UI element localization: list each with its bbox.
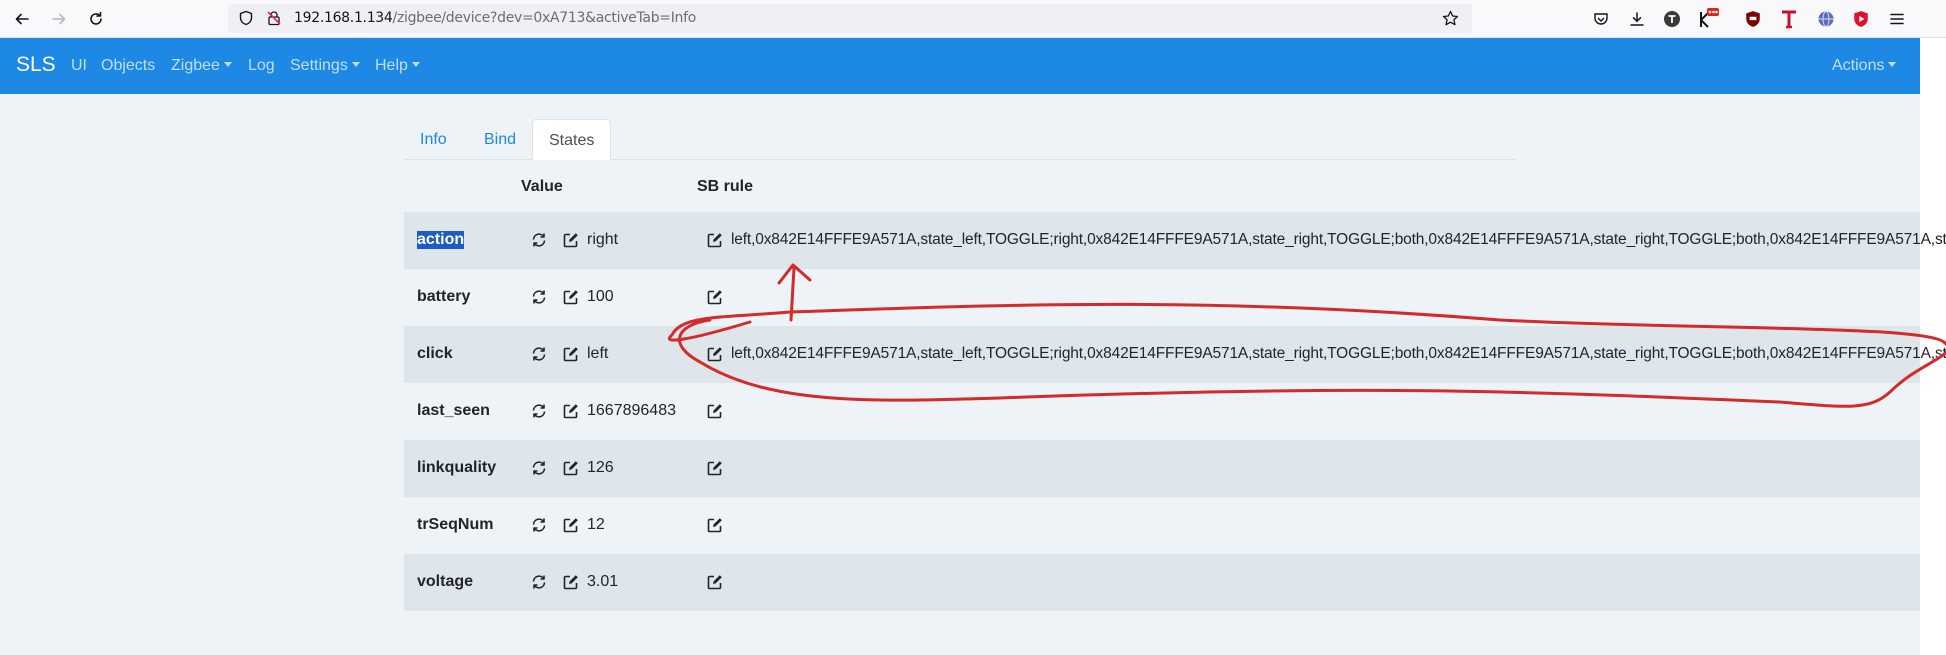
back-arrow-icon[interactable]: [11, 8, 33, 30]
reload-icon[interactable]: [85, 8, 107, 30]
sb-rule-text: left,0x842E14FFFE9A571A,state_left,TOGGL…: [731, 345, 1946, 362]
nav-settings[interactable]: Settings: [290, 57, 360, 75]
edit-rule-icon[interactable]: [706, 516, 724, 534]
tracking-shield-icon[interactable]: [237, 9, 255, 27]
off-extension-icon[interactable]: [1697, 8, 1719, 30]
chevron-down-icon: [408, 57, 420, 74]
bookmark-star-icon[interactable]: [1441, 9, 1459, 27]
t-extension-icon[interactable]: [1661, 8, 1683, 30]
chevron-down-icon: [348, 57, 360, 74]
table-row: click left left,0x842E14FFFE9A571A,state_l…: [404, 326, 1946, 383]
edit-rule-icon[interactable]: [706, 288, 724, 306]
refresh-icon[interactable]: [530, 231, 548, 249]
nav-log[interactable]: Log: [248, 57, 275, 75]
nav-settings-label: Settings: [290, 57, 348, 74]
edit-value-icon[interactable]: [562, 345, 580, 363]
insecure-lock-icon[interactable]: [265, 9, 283, 27]
value-column-header: Value: [521, 178, 563, 195]
edit-value-icon[interactable]: [562, 459, 580, 477]
table-row: last_seen 1667896483: [404, 383, 1920, 440]
edit-rule-icon[interactable]: [706, 231, 724, 249]
edit-value-icon[interactable]: [562, 402, 580, 420]
edit-value-icon[interactable]: [562, 573, 580, 591]
nav-zigbee[interactable]: Zigbee: [171, 57, 232, 75]
state-value: 100: [587, 288, 614, 305]
table-row: action right left,0x842E14FFFE9A571A,state…: [404, 212, 1946, 269]
table-row: linkquality 126: [404, 440, 1920, 497]
t-red-extension-icon[interactable]: [1778, 8, 1800, 30]
state-name: action: [417, 231, 465, 249]
tab-states[interactable]: States: [532, 119, 612, 160]
table-row: battery 100: [404, 269, 1920, 326]
state-name: click: [417, 345, 453, 362]
refresh-icon[interactable]: [530, 516, 548, 534]
edit-rule-icon[interactable]: [706, 402, 724, 420]
state-value: 3.01: [587, 573, 619, 590]
table-row: trSeqNum 12: [404, 497, 1920, 554]
browser-toolbar: 192.168.1.134/zigbee/device?dev=0xA713&a…: [0, 0, 1946, 38]
device-tabs: Info Bind States: [404, 119, 1516, 160]
state-name: last_seen: [417, 402, 490, 419]
url-bar[interactable]: 192.168.1.134/zigbee/device?dev=0xA713&a…: [228, 4, 1472, 33]
chevron-down-icon: [220, 57, 232, 74]
refresh-icon[interactable]: [530, 573, 548, 591]
refresh-icon[interactable]: [530, 345, 548, 363]
edit-rule-icon[interactable]: [706, 573, 724, 591]
nav-objects[interactable]: Objects: [101, 57, 155, 75]
state-name: battery: [417, 288, 471, 305]
refresh-icon[interactable]: [530, 459, 548, 477]
nav-help-label: Help: [375, 57, 408, 74]
pocket-icon[interactable]: [1590, 8, 1612, 30]
state-name: linkquality: [417, 459, 497, 476]
sb-rule-text: left,0x842E14FFFE9A571A,state_left,TOGGL…: [731, 231, 1946, 248]
forward-arrow-icon[interactable]: [48, 8, 70, 30]
edit-value-icon[interactable]: [562, 231, 580, 249]
download-icon[interactable]: [1626, 8, 1648, 30]
nav-ui[interactable]: UI: [71, 57, 87, 75]
state-value: 1667896483: [587, 402, 676, 419]
shield-play-extension-icon[interactable]: [1850, 8, 1872, 30]
tab-bind[interactable]: Bind: [468, 119, 532, 160]
globe-extension-icon[interactable]: [1815, 8, 1837, 30]
edit-rule-icon[interactable]: [706, 345, 724, 363]
chevron-down-icon: [1884, 57, 1896, 74]
table-row: voltage 3.01: [404, 554, 1920, 611]
edit-value-icon[interactable]: [562, 516, 580, 534]
tab-info[interactable]: Info: [404, 119, 463, 160]
hamburger-menu-icon[interactable]: [1886, 8, 1908, 30]
app-navbar: SLS UI Objects Zigbee Log Settings Help …: [0, 38, 1920, 94]
edit-value-icon[interactable]: [562, 288, 580, 306]
nav-actions[interactable]: Actions: [1832, 57, 1896, 75]
state-value: left: [587, 345, 609, 362]
url-host: 192.168.1.134: [294, 10, 393, 26]
edit-rule-icon[interactable]: [706, 459, 724, 477]
ublock-icon[interactable]: [1742, 8, 1764, 30]
nav-zigbee-label: Zigbee: [171, 57, 220, 74]
nav-help[interactable]: Help: [375, 57, 420, 75]
state-value: 12: [587, 516, 605, 533]
state-value: right: [587, 231, 619, 248]
url-text[interactable]: 192.168.1.134/zigbee/device?dev=0xA713&a…: [294, 10, 696, 26]
state-name: trSeqNum: [417, 516, 494, 533]
nav-actions-label: Actions: [1832, 57, 1885, 74]
url-path: /zigbee/device?dev=0xA713&activeTab=Info: [392, 10, 697, 26]
state-value: 126: [587, 459, 614, 476]
brand-logo[interactable]: SLS: [16, 53, 56, 77]
refresh-icon[interactable]: [530, 288, 548, 306]
refresh-icon[interactable]: [530, 402, 548, 420]
sb-rule-column-header: SB rule: [697, 178, 754, 195]
state-name: voltage: [417, 573, 474, 590]
